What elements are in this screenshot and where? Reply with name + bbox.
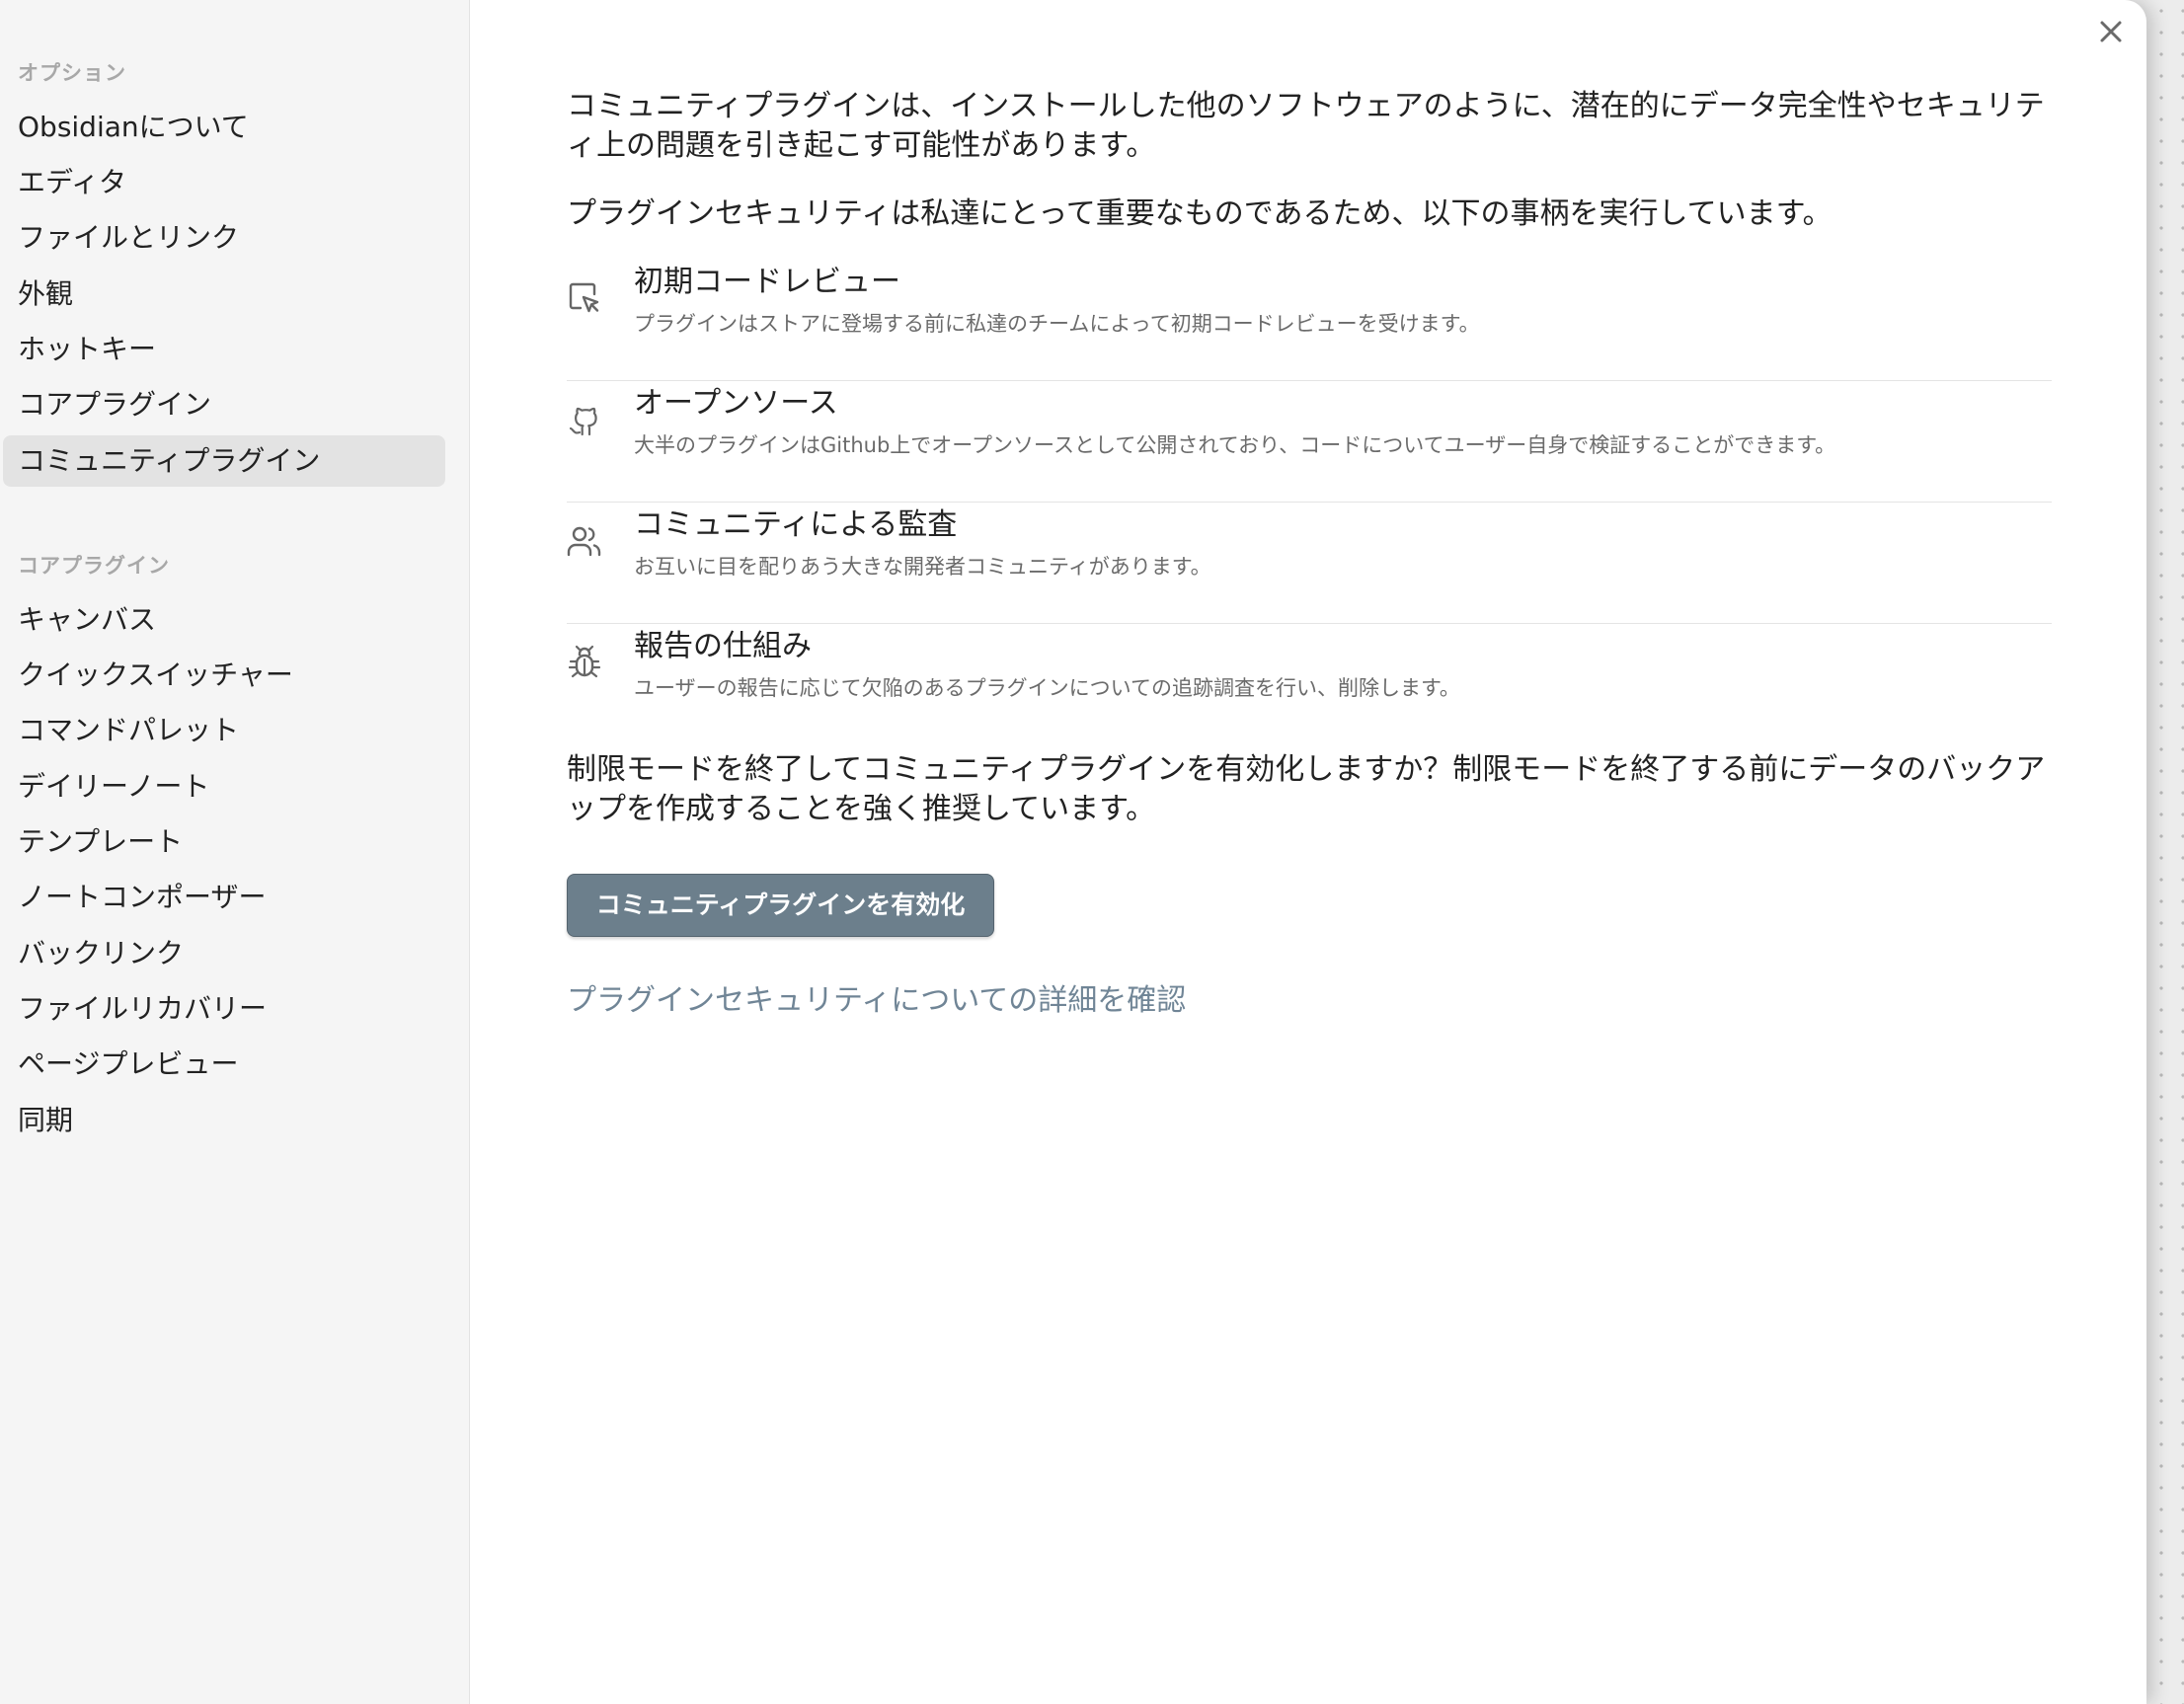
sidebar-item-command-palette[interactable]: コマンドパレット	[3, 705, 445, 756]
sidebar-item-backlinks[interactable]: バックリンク	[3, 928, 445, 979]
sidebar-item-templates[interactable]: テンプレート	[3, 816, 445, 868]
close-button[interactable]	[2093, 14, 2129, 49]
close-icon	[2100, 21, 2122, 42]
feature-description: お互いに目を配りあう大きな開発者コミュニティがあります。	[634, 555, 1211, 579]
feature-community-audit: コミュニティによる監査 お互いに目を配りあう大きな開発者コミュニティがあります。	[567, 503, 2052, 624]
sidebar-item-editor[interactable]: エディタ	[3, 157, 445, 208]
github-icon	[567, 402, 602, 437]
sidebar-item-sync[interactable]: 同期	[3, 1095, 445, 1146]
feature-title: オープンソース	[634, 386, 838, 421]
intro-paragraph: コミュニティプラグインは、インストールした他のソフトウェアのように、潜在的にデー…	[567, 89, 2045, 163]
sidebar-item-page-preview[interactable]: ページプレビュー	[3, 1039, 445, 1090]
feature-title: 報告の仕組み	[634, 629, 812, 663]
sidebar-item-community-plugins[interactable]: コミュニティプラグイン	[3, 435, 445, 487]
security-note: プラグインセキュリティは私達にとって重要なものであるため、以下の事柄を実行してい…	[567, 196, 1833, 231]
sidebar-item-file-recovery[interactable]: ファイルリカバリー	[3, 983, 445, 1035]
settings-sidebar: オプション Obsidianについて エディタ ファイルとリンク 外観 ホットキ…	[0, 0, 470, 1704]
sidebar-item-note-composer[interactable]: ノートコンポーザー	[3, 872, 445, 923]
sidebar-item-files-links[interactable]: ファイルとリンク	[3, 212, 445, 264]
plugin-security-link[interactable]: プラグインセキュリティについての詳細を確認	[567, 979, 1186, 1023]
feature-title: 初期コードレビュー	[634, 265, 900, 299]
settings-modal: オプション Obsidianについて エディタ ファイルとリンク 外観 ホットキ…	[0, 0, 2146, 1704]
sidebar-item-canvas[interactable]: キャンバス	[3, 594, 445, 646]
sidebar-item-daily-notes[interactable]: デイリーノート	[3, 761, 445, 813]
sidebar-item-core-plugins[interactable]: コアプラグイン	[3, 379, 445, 430]
feature-report-system: 報告の仕組み ユーザーの報告に応じて欠陥のあるプラグインについての追跡調査を行い…	[567, 625, 2052, 745]
bug-icon	[567, 645, 602, 680]
users-icon	[567, 523, 602, 559]
sidebar-item-hotkeys[interactable]: ホットキー	[3, 324, 445, 375]
code-review-icon	[567, 280, 602, 316]
sidebar-item-about[interactable]: Obsidianについて	[3, 102, 445, 153]
feature-description: 大半のプラグインはGithub上でオープンソースとして公開されており、コードにつ…	[634, 433, 1836, 457]
sidebar-item-appearance[interactable]: 外観	[3, 269, 445, 320]
feature-open-source: オープンソース 大半のプラグインはGithub上でオープンソースとして公開されて…	[567, 382, 2052, 503]
feature-title: コミュニティによる監査	[634, 507, 958, 542]
sidebar-item-quick-switcher[interactable]: クイックスイッチャー	[3, 650, 445, 701]
feature-description: プラグインはストアに登場する前に私達のチームによって初期コードレビューを受けます…	[634, 312, 1480, 336]
feature-description: ユーザーの報告に応じて欠陥のあるプラグインについての追跡調査を行い、削除します。	[634, 676, 1460, 700]
restricted-mode-question: 制限モードを終了してコミュニティプラグインを有効化しますか？制限モードを終了する…	[567, 752, 2046, 826]
options-section-heading: オプション	[18, 61, 126, 85]
enable-community-plugins-button[interactable]: コミュニティプラグインを有効化	[567, 874, 994, 937]
core-plugins-section-heading: コアプラグイン	[18, 554, 170, 578]
feature-code-review: 初期コードレビュー プラグインはストアに登場する前に私達のチームによって初期コー…	[567, 261, 2052, 381]
